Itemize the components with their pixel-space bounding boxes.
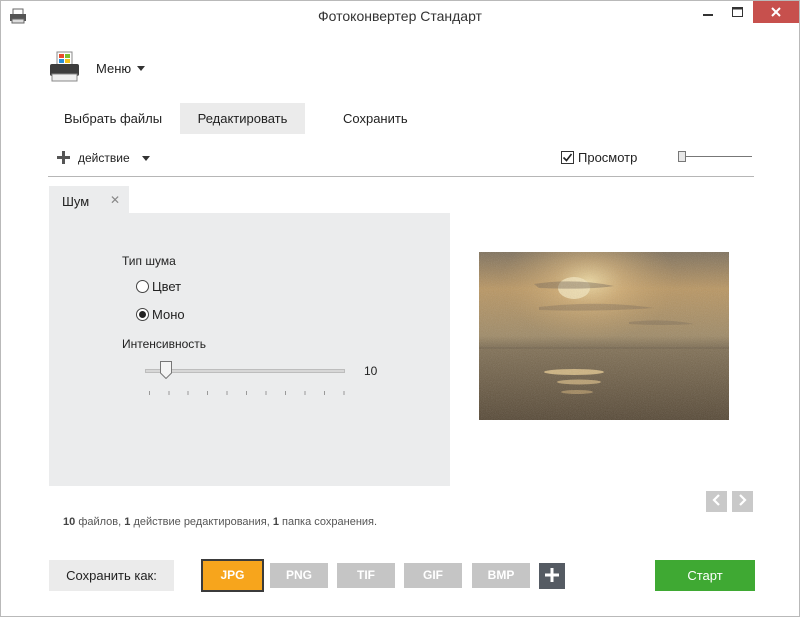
close-icon[interactable]: ✕ <box>110 193 120 207</box>
close-icon <box>771 5 781 20</box>
window-title: Фотоконвертер Стандарт <box>318 8 482 24</box>
preview-checkbox[interactable]: Просмотр <box>561 150 637 165</box>
effect-tab-label: Шум <box>62 194 90 209</box>
menu-area: Меню <box>48 48 146 88</box>
add-format-button[interactable] <box>539 563 565 589</box>
files-count: 10 <box>63 516 76 528</box>
effect-tab[interactable]: Шум ✕ <box>49 186 129 214</box>
tab-edit[interactable]: Редактировать <box>180 103 305 134</box>
minimize-icon <box>703 5 713 20</box>
check-icon <box>561 151 574 164</box>
next-button[interactable] <box>732 491 753 512</box>
app-window: Фотоконвертер Стандарт Меню Выбрать файл… <box>0 0 800 617</box>
preview-image <box>479 252 729 420</box>
format-jpg-button[interactable]: JPG <box>201 559 264 592</box>
intensity-label: Интенсивность <box>122 337 207 351</box>
folders-count: 1 <box>272 516 279 528</box>
minimize-button[interactable] <box>695 1 721 23</box>
action-toolbar: действие Просмотр <box>48 147 754 177</box>
save-as-label: Сохранить как: <box>49 560 174 591</box>
add-action-button[interactable]: действие <box>57 151 150 165</box>
menu-button[interactable]: Меню <box>96 60 146 76</box>
plus-icon <box>545 567 559 585</box>
radio-color-label: Цвет <box>152 279 182 294</box>
format-gif-button[interactable]: GIF <box>404 563 462 588</box>
tab-select-files[interactable]: Выбрать файлы <box>48 103 178 134</box>
intensity-slider[interactable] <box>145 369 345 373</box>
radio-color[interactable]: Цвет <box>136 279 181 294</box>
radio-unchecked-icon <box>136 280 149 293</box>
start-button[interactable]: Старт <box>655 560 755 591</box>
slider-handle[interactable] <box>678 151 686 162</box>
intensity-value: 10 <box>364 364 378 378</box>
preview-label: Просмотр <box>578 150 638 165</box>
radio-mono-label: Моно <box>152 307 185 322</box>
menu-label: Меню <box>96 60 132 76</box>
maximize-button[interactable] <box>724 1 750 23</box>
radio-checked-icon <box>136 308 149 321</box>
format-tif-button[interactable]: TIF <box>337 563 395 588</box>
title-bar: Фотоконвертер Стандарт <box>1 1 799 32</box>
add-action-label: действие <box>78 151 130 165</box>
preview-size-slider[interactable] <box>678 151 752 162</box>
format-bmp-button[interactable]: BMP <box>472 563 530 588</box>
actions-text: действие редактирования, <box>133 516 270 528</box>
intensity-slider-handle[interactable] <box>160 361 172 380</box>
format-png-button[interactable]: PNG <box>270 563 328 588</box>
close-button[interactable] <box>753 1 799 23</box>
chevron-down-icon <box>141 155 150 161</box>
chevron-down-icon <box>137 65 146 71</box>
summary-text: 10 файлов, 1 действие редактирования, 1 … <box>63 516 377 528</box>
actions-count: 1 <box>124 516 131 528</box>
chevron-right-icon <box>738 494 747 509</box>
slider-ticks <box>149 383 345 395</box>
maximize-icon <box>731 5 743 20</box>
radio-mono[interactable]: Моно <box>136 307 185 322</box>
printer-logo-icon <box>48 50 82 87</box>
chevron-left-icon <box>712 494 721 509</box>
files-text: файлов, <box>78 516 122 528</box>
tab-save[interactable]: Сохранить <box>327 103 424 134</box>
noise-type-label: Тип шума <box>122 254 176 268</box>
plus-icon <box>57 151 70 165</box>
effect-settings-panel: Тип шума Цвет Моно Интенсивность 10 <box>49 213 450 486</box>
previous-button[interactable] <box>706 491 727 512</box>
folders-text: папка сохранения. <box>282 516 378 528</box>
